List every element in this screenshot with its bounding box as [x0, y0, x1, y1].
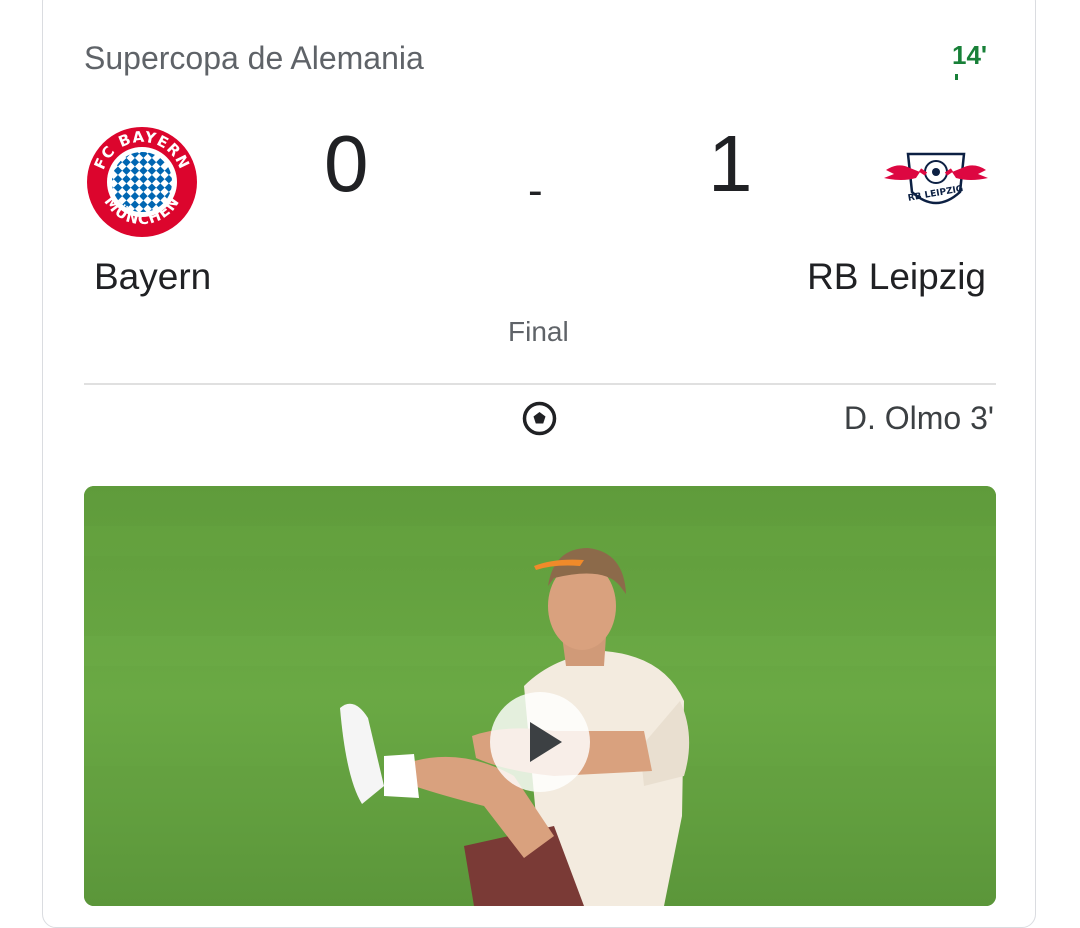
home-score: 0 [324, 119, 369, 208]
home-team-name[interactable]: Bayern [94, 256, 211, 298]
away-score: 1 [708, 119, 753, 208]
score-separator: - [528, 166, 543, 215]
bayern-logo-icon[interactable]: FC BAYERN MÜNCHEN [84, 124, 200, 240]
match-minute: 14' [952, 40, 988, 70]
competition-name[interactable]: Supercopa de Alemania [84, 40, 424, 77]
rb-leipzig-logo-icon[interactable]: RB LEIPZIG [880, 148, 992, 214]
soccer-ball-icon [522, 401, 557, 436]
match-status: Final [508, 316, 569, 347]
play-button[interactable] [490, 692, 590, 792]
divider [84, 383, 996, 385]
live-indicator [955, 74, 958, 80]
goal-scorer: D. Olmo 3' [843, 400, 994, 436]
play-icon [530, 722, 562, 762]
away-team-name[interactable]: RB Leipzig [807, 256, 986, 298]
